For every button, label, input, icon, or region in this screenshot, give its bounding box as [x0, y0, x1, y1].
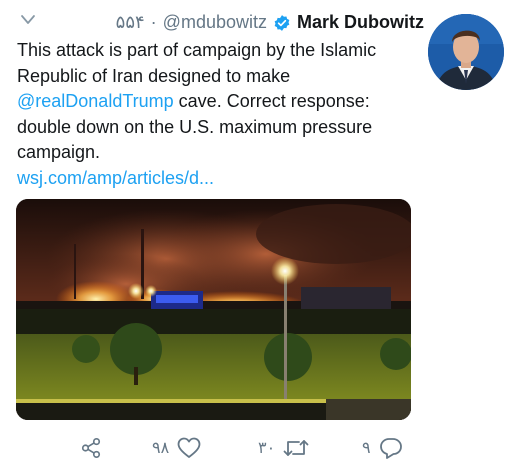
reply-button[interactable]: ۹	[362, 430, 403, 466]
retweet-icon	[283, 440, 309, 456]
retweet-count: ۳۰	[258, 440, 276, 457]
timestamp: ۵۵۴	[115, 12, 145, 32]
separator-dot: ·	[150, 12, 157, 32]
heart-icon	[177, 437, 201, 458]
article-link[interactable]: wsj.com/amp/articles/d...	[17, 168, 214, 188]
avatar-photo	[428, 14, 504, 90]
tweet-media-image[interactable]	[16, 199, 411, 420]
share-button[interactable]	[80, 430, 102, 466]
avatar[interactable]	[428, 14, 504, 90]
display-name[interactable]: Mark Dubowitz	[297, 12, 424, 33]
fire-night-photo	[16, 199, 411, 420]
retweet-button[interactable]: ۳۰	[258, 430, 309, 466]
tweet-text: This attack is part of campaign by the I…	[17, 38, 417, 191]
verified-badge-icon	[274, 14, 290, 31]
reply-icon	[379, 438, 402, 459]
mention-link[interactable]: @realDonaldTrump	[17, 91, 174, 111]
reply-count: ۹	[362, 440, 371, 457]
tweet-header: ۵۵۴ · @mdubowitz Mark Dubowitz	[116, 12, 424, 33]
tweet-text-part: This attack is part of campaign by the I…	[17, 40, 377, 86]
tweet-actions: ۹۸ ۳۰ ۹	[0, 430, 520, 466]
like-count: ۹۸	[152, 440, 170, 457]
chevron-down-icon[interactable]	[20, 14, 36, 26]
share-icon	[81, 438, 101, 458]
like-button[interactable]: ۹۸	[152, 430, 201, 466]
user-handle[interactable]: @mdubowitz	[163, 12, 267, 33]
